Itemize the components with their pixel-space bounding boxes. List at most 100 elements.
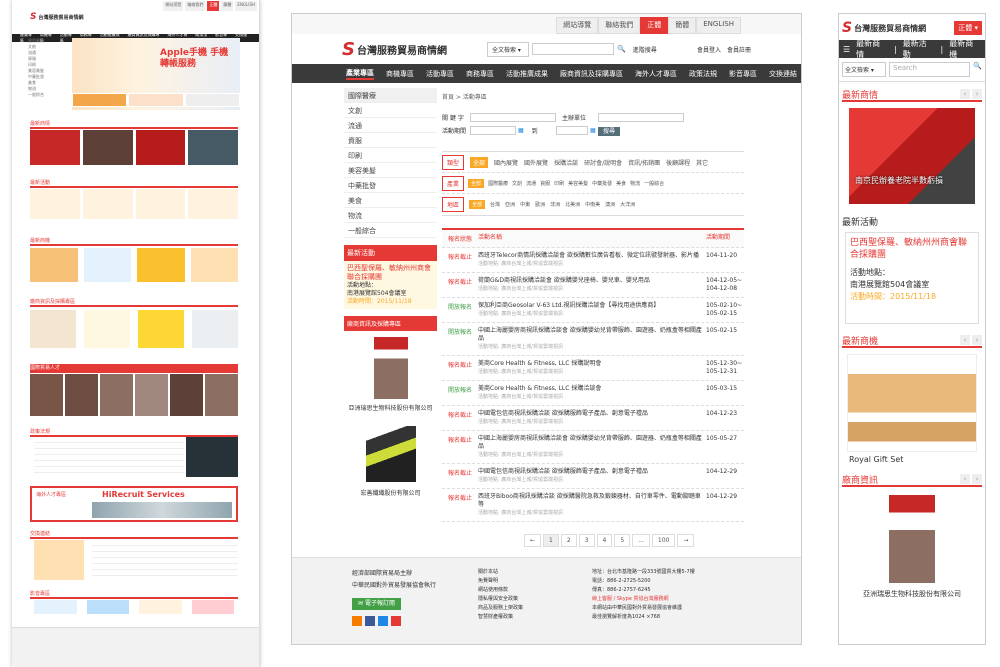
calendar-icon[interactable]: ▦ xyxy=(518,127,524,134)
next-arrow-icon[interactable]: › xyxy=(972,335,982,345)
mobile-nav-biz[interactable]: 最新商機 xyxy=(949,38,981,60)
page-button[interactable]: 3 xyxy=(578,534,595,547)
vendor-sock-image[interactable] xyxy=(365,426,416,482)
hamburger-icon[interactable]: ☰ xyxy=(843,45,850,54)
event-name[interactable]: 保加利亞商Geosolar V-63 Ltd.視訊採購洽談會【尋找用途供應商】活… xyxy=(478,302,706,318)
filter-option[interactable]: 台灣 xyxy=(490,201,500,208)
table-row[interactable]: 報名截止 中國電包信商視訊採購洽談 欲採購服飾電子產品、創意電子禮品 活動地點: 廣… xyxy=(442,464,744,489)
nav-industry[interactable]: 產業專區 xyxy=(346,68,374,80)
event-name[interactable]: 荷蘭G&D商視訊採購洽談會 欲採購嬰兒座椅、嬰兒車、嬰兒用品 活動地點: 廣商台灣… xyxy=(478,277,706,293)
register-link[interactable]: 會員註冊 xyxy=(727,45,751,54)
sidemenu-item[interactable]: 一般綜合 xyxy=(344,223,437,238)
search-input[interactable] xyxy=(531,43,614,55)
vendor-name[interactable]: 宏善纖織股份有限公司 xyxy=(344,488,437,497)
event-name[interactable]: 中國上海麗嬰房商視訊採購洽談會 欲採購嬰幼兒背帶服飾、園遊器、奶瓶盒等相關產品活… xyxy=(478,327,706,351)
sidemenu-item[interactable]: 印刷 xyxy=(344,148,437,163)
sidemenu-item[interactable]: 中藥批發 xyxy=(344,178,437,193)
next-arrow-icon[interactable]: › xyxy=(972,474,982,484)
next-page-button[interactable]: → xyxy=(677,534,695,547)
filter-option[interactable]: 北美洲 xyxy=(565,201,580,208)
keyword-input[interactable] xyxy=(470,113,556,122)
p1-logo[interactable]: S 台灣服務貿易商情網 xyxy=(30,12,84,22)
p1-contact-link[interactable]: 聯絡我們 xyxy=(185,1,206,11)
nav-vendor[interactable]: 廠商資訊及採購專區 xyxy=(560,69,623,79)
filter-option[interactable]: 流通 xyxy=(526,180,536,187)
mobile-lang-button[interactable]: 正體 ▾ xyxy=(954,21,982,35)
mobile-biz-caption[interactable]: Royal Gift Set xyxy=(839,452,985,467)
filter-option[interactable]: 全部 xyxy=(468,178,485,188)
table-row[interactable]: 報名截止 西班牙Telecor商情訊採購洽談會 欲採購數位廣告看板、微定位訊號發射… xyxy=(442,248,744,273)
filter-option[interactable]: 大洋洲 xyxy=(620,201,635,208)
event-name[interactable]: 美商Core Health & Fitness, LLC 採購說明會 活動地點: … xyxy=(478,360,706,376)
filter-option[interactable]: 中南美 xyxy=(585,201,600,208)
footer-link[interactable]: 關於本站 xyxy=(478,568,523,577)
sidemenu-item[interactable]: 資服 xyxy=(344,133,437,148)
sidemenu-item[interactable]: 物流 xyxy=(344,208,437,223)
filter-option[interactable]: 中東 xyxy=(520,201,530,208)
footer-link[interactable]: 商品及服務上架政策 xyxy=(478,604,523,613)
table-row[interactable]: 報名截止 中國電包信商視訊採購洽談 欲採購服飾電子產品、創意電子禮品 活動地點: 廣… xyxy=(442,406,744,431)
nav-video[interactable]: 影音專區 xyxy=(729,69,757,79)
filter-option[interactable]: 澳洲 xyxy=(605,201,615,208)
table-row[interactable]: 報名截止 西班牙Biboo商視訊採購洽談 欲採購醫院急救及鍛鍊器材、自行車零件、電… xyxy=(442,489,744,522)
p1-lang-trad[interactable]: 正體 xyxy=(207,1,220,11)
filter-option[interactable]: 中藥批發 xyxy=(592,180,612,187)
p1-lang-simp[interactable]: 簡體 xyxy=(221,1,234,11)
filter-option[interactable]: 亞洲 xyxy=(505,201,515,208)
footer-contact-links[interactable]: 線上客服 / Skype 貿協台灣服務網 xyxy=(592,595,695,604)
filter-option[interactable]: 美食 xyxy=(616,180,626,187)
mobile-logo[interactable]: S 台灣服務貿易商情網 xyxy=(842,20,926,36)
subscribe-button[interactable]: ✉ 電子報訂閱 xyxy=(352,598,401,610)
filter-option[interactable]: 文創 xyxy=(512,180,522,187)
filter-option[interactable]: 國內展覽 xyxy=(494,158,518,167)
login-link[interactable]: 會員登入 xyxy=(697,45,721,54)
table-row[interactable]: 開放報名 中國上海麗嬰房商視訊採購洽談會 欲採購嬰幼兒背帶服飾、園遊器、奶瓶盒等相… xyxy=(442,323,744,356)
page-button[interactable]: 100 xyxy=(651,534,676,547)
vendor-name[interactable]: 亞洲瑞思生物科技股份有限公司 xyxy=(344,403,437,412)
lang-english[interactable]: ENGLISH xyxy=(696,17,741,34)
mobile-nav-events[interactable]: 最新活動 xyxy=(903,38,935,60)
p1-hirecruit-banner[interactable]: 海外人才專區 HiRecruit Services xyxy=(30,486,238,522)
next-arrow-icon[interactable]: › xyxy=(972,89,982,99)
sidemenu-item[interactable]: 美食 xyxy=(344,193,437,208)
nav-talent[interactable]: 海外人才專區 xyxy=(635,69,677,79)
filter-option[interactable]: 非洲 xyxy=(550,201,560,208)
contact-link[interactable]: 聯絡我們 xyxy=(598,17,641,34)
mobile-event-card[interactable]: 巴西聖保羅、敏納州州商會聯合採購團 活動地點： 南港展覽館504會議室 活動時間… xyxy=(845,232,979,324)
page-button[interactable]: 4 xyxy=(596,534,613,547)
page-button[interactable]: 5 xyxy=(614,534,631,547)
nav-business[interactable]: 商機專區 xyxy=(386,69,414,79)
filter-option[interactable]: 美容美髮 xyxy=(568,180,588,187)
calendar-icon[interactable]: ▦ xyxy=(590,127,596,134)
filter-option[interactable]: 資服 xyxy=(540,180,550,187)
page-button[interactable]: 2 xyxy=(560,534,577,547)
filter-option[interactable]: 其它 xyxy=(696,158,708,167)
filter-option[interactable]: 全部 xyxy=(469,200,486,209)
sidemenu-item[interactable]: 流通 xyxy=(344,118,437,133)
mobile-search-input[interactable]: Search xyxy=(889,62,971,77)
filter-option[interactable]: 全部 xyxy=(470,156,489,168)
footer-link[interactable]: 智慧財產權政策 xyxy=(478,613,523,622)
table-row[interactable]: 報名截止 美商Core Health & Fitness, LLC 採購說明會 活動… xyxy=(442,356,744,381)
mobile-vendor-caption[interactable]: 亞洲瑞思生物科技股份有限公司 xyxy=(839,589,985,599)
event-name[interactable]: 中國電包信商視訊採購洽談 欲採購服飾電子產品、創意電子禮品 活動地點: 廣商台灣上… xyxy=(478,468,706,484)
page-button[interactable]: 1 xyxy=(543,534,559,547)
p1-lang-en[interactable]: ENGLISH xyxy=(235,1,257,11)
sidemenu-item[interactable]: 文創 xyxy=(344,103,437,118)
p1-sitemap-link[interactable]: 網站導覽 xyxy=(163,1,184,11)
filter-option[interactable]: 歐洲 xyxy=(535,201,545,208)
latest-event-name[interactable]: 巴西聖保羅、敏納州州商會聯合採購團 xyxy=(347,264,434,282)
footer-link[interactable]: 網站使用條款 xyxy=(478,586,523,595)
sidemenu-item[interactable]: 美容美髮 xyxy=(344,163,437,178)
prev-arrow-icon[interactable]: ‹ xyxy=(960,335,970,345)
table-row[interactable]: 報名截止 荷蘭G&D商視訊採購洽談會 欲採購嬰兒座椅、嬰兒車、嬰兒用品 活動地點: … xyxy=(442,273,744,298)
organizer-input[interactable] xyxy=(598,113,684,122)
rss-icon[interactable] xyxy=(352,616,362,626)
vendor-product-image[interactable] xyxy=(373,337,408,399)
filter-option[interactable]: 國際醫療 xyxy=(488,180,508,187)
nav-policy[interactable]: 政策法規 xyxy=(689,69,717,79)
footer-link[interactable]: 免費聲明 xyxy=(478,577,523,586)
event-name[interactable]: 西班牙Biboo商視訊採購洽談 欲採購醫院急救及鍛鍊器材、自行車零件、電動腳踏車… xyxy=(478,493,706,517)
mobile-vendor-image[interactable] xyxy=(889,495,935,583)
event-name[interactable]: 西班牙Telecor商情訊採購洽談會 欲採購數位廣告看板、微定位訊號發射器、影片… xyxy=(478,252,706,268)
